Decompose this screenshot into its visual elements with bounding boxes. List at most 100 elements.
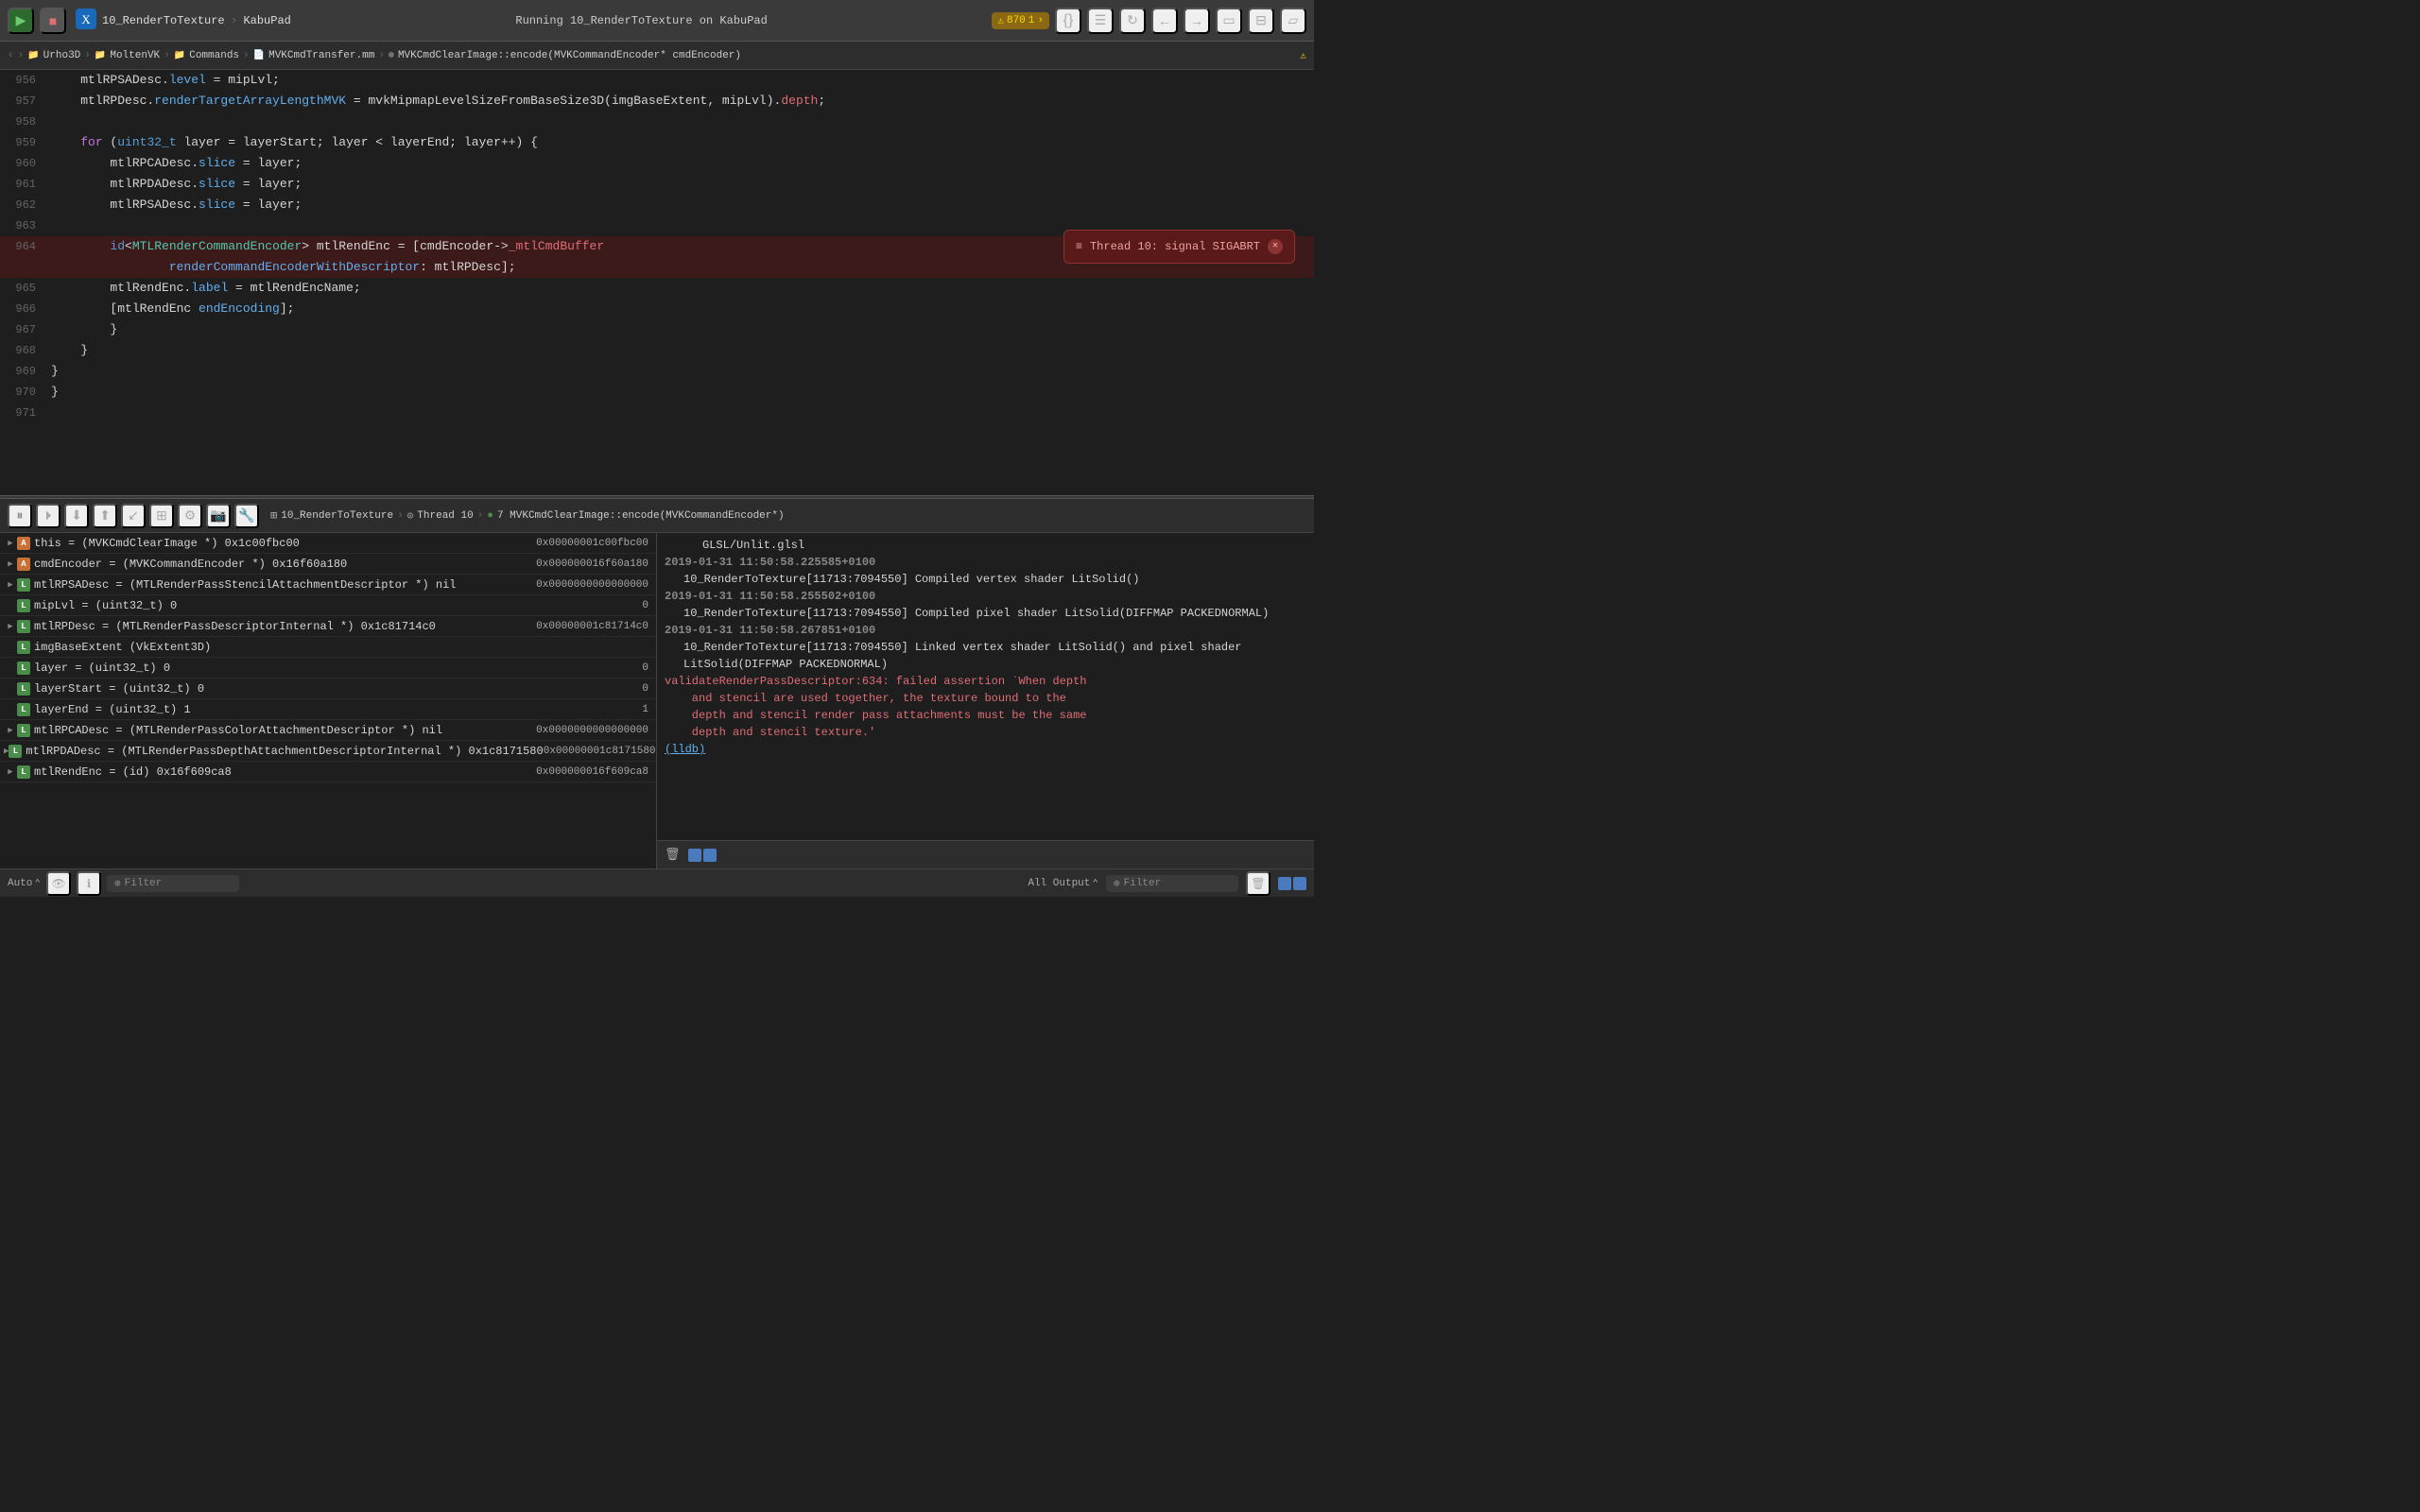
breadcrumb-file[interactable]: MVKCmdTransfer.mm	[268, 50, 374, 61]
error-count: 1	[1028, 15, 1035, 26]
var-row-miplvl[interactable]: L mipLvl = (uint32_t) 0 0	[0, 595, 656, 616]
var-value-cmdencoder: 0x000000016f60a180	[393, 558, 652, 570]
code-line-962: 962 mtlRPSADesc.slice = layer;	[0, 195, 1314, 215]
var-icon-miplvl: L	[17, 599, 30, 612]
debug-thread[interactable]: Thread 10	[417, 510, 473, 522]
warning-indicator: ⚠	[1300, 49, 1306, 62]
frame-icon: ●	[487, 510, 493, 522]
breadcrumb-commands[interactable]: Commands	[189, 50, 239, 61]
line-content-968: }	[47, 340, 1314, 361]
line-num-957: 957	[0, 91, 47, 112]
environment-button[interactable]: 🔧	[234, 504, 259, 528]
grid-icons	[688, 849, 717, 862]
screenshot-button[interactable]: 📷	[206, 504, 231, 528]
code-line-957: 957 mtlRPDesc.renderTargetArrayLengthMVK…	[0, 91, 1314, 112]
nav-right-arrow[interactable]: ›	[18, 50, 25, 61]
var-row-mtlrpdesc[interactable]: ▶ L mtlRPDesc = (MTLRenderPassDescriptor…	[0, 616, 656, 637]
var-row-mtlrpdadesc[interactable]: ▶ L mtlRPDADesc = (MTLRenderPassDepthAtt…	[0, 741, 656, 762]
var-name-miplvl: mipLvl = (uint32_t) 0	[34, 599, 393, 612]
all-output[interactable]: All Output ⌃	[1028, 877, 1098, 890]
line-content-962: mtlRPSADesc.slice = layer;	[47, 195, 1314, 215]
code-line-969: 969 }	[0, 361, 1314, 382]
filter-box-left[interactable]: ⊕ Filter	[107, 875, 239, 892]
var-name-this: this = (MVKCmdClearImage *) 0x1c00fbc00	[34, 537, 393, 550]
inspectors-button[interactable]: ▱	[1280, 8, 1306, 34]
var-row-cmdencoder[interactable]: ▶ A cmdEncoder = (MVKCommandEncoder *) 0…	[0, 554, 656, 575]
var-icon-mtlrpcadesc: L	[17, 724, 30, 737]
step-over-button[interactable]: ⏵	[36, 504, 60, 528]
bc-sep-2: ›	[164, 50, 170, 61]
var-row-imgbaseextent[interactable]: L imgBaseExtent (VkExtent3D)	[0, 637, 656, 658]
breadcrumb-moltenvk[interactable]: MoltenVK	[110, 50, 160, 61]
step-into-thread-button[interactable]: ↙	[121, 504, 146, 528]
nav-forward-button[interactable]: →	[1184, 8, 1210, 34]
var-row-layerstart[interactable]: L layerStart = (uint32_t) 0 0	[0, 679, 656, 699]
all-output-chevron: ⌃	[1092, 877, 1098, 890]
trash-btn[interactable]: 🗑	[1246, 871, 1270, 896]
stop-button[interactable]: ■	[40, 8, 66, 34]
log-entry-lldb[interactable]: (lldb)	[665, 741, 1306, 758]
auto-label[interactable]: Auto ⌃	[8, 877, 41, 890]
code-review-button[interactable]: {}	[1055, 8, 1081, 34]
var-expand-mtlrpdesc: ▶	[4, 622, 17, 631]
error-tooltip-close[interactable]: ✕	[1268, 239, 1283, 254]
next-issue-icon: ›	[1037, 15, 1044, 26]
var-expand-mtlrpcadesc: ▶	[4, 726, 17, 735]
eye-button[interactable]: 👁	[46, 871, 71, 896]
bc-sep-4: ›	[378, 50, 385, 61]
line-num-964: 964	[0, 236, 47, 257]
grid-icon-1	[688, 849, 701, 862]
svg-text:X: X	[81, 12, 91, 26]
step-in-button[interactable]: ⬇	[64, 504, 89, 528]
var-icon-cmdencoder: A	[17, 558, 30, 571]
bottom-status-bar: Auto ⌃ 👁 ℹ ⊕ Filter All Output ⌃ ⊕ Filte…	[0, 868, 1314, 897]
var-value-mtlrpcadesc: 0x0000000000000000	[442, 725, 652, 736]
var-row-mtlrpsadesc[interactable]: ▶ L mtlRPSADesc = (MTLRenderPassStencilA…	[0, 575, 656, 595]
var-value-miplvl: 0	[393, 600, 652, 611]
auto-text: Auto	[8, 878, 32, 889]
pause-button[interactable]: ⏸	[8, 504, 32, 528]
var-row-mtlrpcadesc[interactable]: ▶ L mtlRPCADesc = (MTLRenderPassColorAtt…	[0, 720, 656, 741]
var-value-mtlrpdadesc: 0x00000001c8171580	[544, 746, 657, 757]
breadcrumb-urho3d[interactable]: Urho3D	[43, 50, 81, 61]
debug-frame[interactable]: 7 MVKCmdClearImage::encode(MVKCommandEnc…	[497, 510, 785, 522]
layout-button[interactable]: ☰	[1087, 8, 1114, 34]
var-value-mtlrpsadesc: 0x0000000000000000	[456, 579, 652, 591]
var-row-mtlrendenc[interactable]: ▶ L mtlRendEnc = (id) 0x16f609ca8 0x0000…	[0, 762, 656, 782]
split-pane-button[interactable]: ⊟	[1248, 8, 1274, 34]
var-icon-layerstart: L	[17, 682, 30, 696]
status-right: All Output ⌃ ⊕ Filter 🗑	[1028, 871, 1306, 896]
single-pane-button[interactable]: ▭	[1216, 8, 1242, 34]
nav-left-arrow[interactable]: ‹	[8, 50, 14, 61]
var-row-layerend[interactable]: L layerEnd = (uint32_t) 1 1	[0, 699, 656, 720]
grid-icon-2	[703, 849, 717, 862]
line-num-956: 956	[0, 70, 47, 91]
history-button[interactable]: ↻	[1119, 8, 1146, 34]
line-num-962: 962	[0, 195, 47, 215]
code-line-971: 971	[0, 403, 1314, 423]
var-name-layerstart: layerStart = (uint32_t) 0	[34, 682, 393, 696]
var-row-this[interactable]: ▶ A this = (MVKCmdClearImage *) 0x1c00fb…	[0, 533, 656, 554]
view-memory-button[interactable]: ⊞	[149, 504, 174, 528]
run-button[interactable]: ▶	[8, 8, 34, 34]
filter-box-right[interactable]: ⊕ Filter	[1106, 875, 1238, 892]
step-out-button[interactable]: ⬆	[93, 504, 117, 528]
var-icon-mtlrpdesc: L	[17, 620, 30, 633]
var-value-layerend: 1	[393, 704, 652, 715]
nav-back-button[interactable]: ←	[1151, 8, 1178, 34]
debug-app[interactable]: 10_RenderToTexture	[281, 510, 393, 522]
line-content-966: [mtlRendEnc endEncoding];	[47, 299, 1314, 319]
bc-sep-3: ›	[243, 50, 250, 61]
trash-icon[interactable]: 🗑	[665, 848, 681, 862]
var-icon-this: A	[17, 537, 30, 550]
var-icon-layerend: L	[17, 703, 30, 716]
info-button[interactable]: ℹ	[77, 871, 101, 896]
debug-workflow-button[interactable]: ⚙	[178, 504, 202, 528]
bottom-grid-1	[1278, 877, 1291, 890]
warning-badge[interactable]: ⚠ 870 1 ›	[992, 12, 1049, 29]
status-left: Auto ⌃ 👁 ℹ ⊕ Filter	[8, 871, 1020, 896]
line-num-971: 971	[0, 403, 47, 423]
var-row-layer[interactable]: L layer = (uint32_t) 0 0	[0, 658, 656, 679]
breadcrumb-method[interactable]: MVKCmdClearImage::encode(MVKCommandEncod…	[398, 50, 741, 61]
project-name: 10_RenderToTexture	[102, 14, 225, 27]
